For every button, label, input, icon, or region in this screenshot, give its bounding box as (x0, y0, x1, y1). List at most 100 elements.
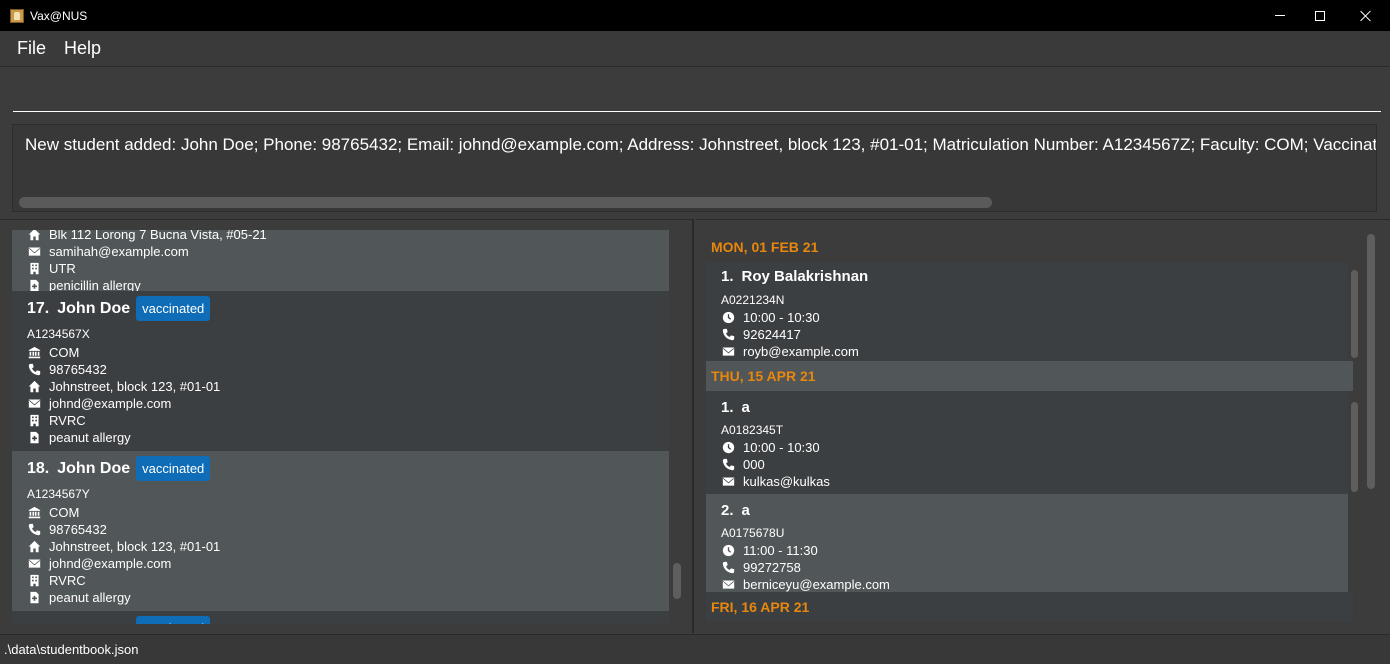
appointment-name: Roy Balakrishnan (741, 268, 869, 285)
appointment-index: 1. (721, 268, 734, 285)
student-card-header: 18. John Doe vaccinated (27, 456, 211, 481)
date-header: THU, 15 APR 21 (706, 361, 1353, 391)
student-list-scrollbar[interactable] (673, 563, 681, 599)
envelope-icon (27, 397, 41, 411)
appointment-card[interactable]: 2. a A0175678U 11:00 - 11:30 99272758 be… (706, 494, 1348, 592)
appointment-matric: A0182345T (721, 423, 784, 437)
date-header: MON, 01 FEB 21 (706, 232, 1363, 262)
student-card[interactable]: 18. John Doe vaccinated A1234567Y COM 98… (12, 451, 669, 611)
appointment-name: a (741, 502, 750, 519)
menu-help[interactable]: Help (64, 38, 101, 59)
appointment-email: kulkas@kulkas (743, 474, 830, 489)
close-button[interactable] (1343, 0, 1389, 31)
maximize-button[interactable] (1297, 0, 1343, 31)
title-bar: Vax@NUS (0, 0, 1390, 31)
time-row: 10:00 - 10:30 (721, 309, 820, 326)
student-email: samihah@example.com (49, 244, 189, 259)
student-card-header: 17. John Doe vaccinated (27, 296, 211, 321)
close-icon (1360, 10, 1372, 22)
appointment-name: a (741, 399, 750, 416)
student-residence: RVRC (49, 413, 86, 428)
student-address: Johnstreet, block 123, #01-01 (49, 379, 221, 394)
student-card[interactable]: Blk 112 Lorong 7 Bucna Vista, #05-21 sam… (12, 230, 669, 293)
email-row: samihah@example.com (27, 243, 189, 260)
file-medical-icon (27, 431, 41, 445)
student-address: Johnstreet, block 123, #01-01 (49, 539, 221, 554)
address-row: Johnstreet, block 123, #01-01 (27, 538, 220, 555)
phone-row: 92624417 (721, 326, 801, 343)
residence-row: RVRC (27, 412, 86, 429)
date-header-text: THU, 15 APR 21 (711, 368, 816, 384)
envelope-icon (721, 578, 735, 592)
appointment-matric: A0221234N (721, 293, 785, 307)
phone-row: 000 (721, 456, 765, 473)
hotel-icon (27, 414, 41, 428)
appointment-index: 1. (721, 399, 734, 416)
appointment-phone: 000 (743, 457, 765, 472)
appointment-group-scrollbar[interactable] (1351, 270, 1358, 358)
menu-bar: File Help (0, 31, 1390, 67)
date-header-text: FRI, 16 APR 21 (711, 599, 810, 615)
student-matric: A1234567X (27, 327, 90, 341)
menu-file[interactable]: File (17, 38, 46, 59)
student-phone: 98765432 (49, 522, 107, 537)
clock-icon (721, 441, 735, 455)
appointment-header: 1. a (721, 399, 750, 416)
phone-icon (27, 523, 41, 537)
appointment-email: royb@example.com (743, 344, 859, 359)
student-email: johnd@example.com (49, 556, 172, 571)
appointment-header: 1. Roy Balakrishnan (721, 268, 868, 285)
envelope-icon (721, 345, 735, 359)
residence-row: UTR (27, 260, 76, 277)
student-index: 17. (27, 299, 50, 317)
student-faculty: COM (49, 345, 80, 360)
student-list-panel: Blk 112 Lorong 7 Bucna Vista, #05-21 sam… (0, 219, 694, 633)
faculty-row: COM (27, 344, 79, 361)
student-card[interactable]: vaccinated (12, 611, 669, 624)
email-row: kulkas@kulkas (721, 473, 830, 490)
appointment-phone: 99272758 (743, 560, 801, 575)
phone-icon (721, 458, 735, 472)
vaccination-status-badge: vaccinated (136, 456, 211, 481)
phone-icon (721, 561, 735, 575)
appointment-panel: MON, 01 FEB 21 1. Roy Balakrishnan A0221… (696, 219, 1390, 633)
time-row: 10:00 - 10:30 (721, 439, 820, 456)
student-name: John Doe (57, 299, 131, 317)
email-row: royb@example.com (721, 343, 859, 360)
student-email: johnd@example.com (49, 396, 172, 411)
student-address: Blk 112 Lorong 7 Bucna Vista, #05-21 (49, 230, 267, 242)
email-row: johnd@example.com (27, 555, 171, 572)
building-columns-icon (27, 346, 41, 360)
appointment-card[interactable]: 1. Roy Balakrishnan A0221234N 10:00 - 10… (706, 262, 1348, 361)
email-row: johnd@example.com (27, 395, 171, 412)
phone-icon (27, 363, 41, 377)
appointment-time: 10:00 - 10:30 (743, 310, 820, 325)
address-row: Blk 112 Lorong 7 Bucna Vista, #05-21 (27, 230, 267, 243)
phone-icon (721, 328, 735, 342)
home-icon (27, 380, 41, 394)
medical-row: peanut allergy (27, 429, 131, 446)
appointment-list-scrollbar[interactable] (1367, 234, 1375, 489)
appointment-group-scrollbar[interactable] (1351, 402, 1358, 492)
appointment-phone: 92624417 (743, 327, 801, 342)
hotel-icon (27, 574, 41, 588)
student-index: 18. (27, 459, 50, 477)
status-bar: .\data\studentbook.json (0, 634, 1390, 664)
clock-icon (721, 311, 735, 325)
envelope-icon (721, 475, 735, 489)
student-medical: peanut allergy (49, 590, 131, 605)
maximize-icon (1315, 10, 1325, 21)
result-horizontal-scrollbar[interactable] (19, 197, 992, 208)
student-list: Blk 112 Lorong 7 Bucna Vista, #05-21 sam… (12, 230, 669, 624)
appointment-card[interactable]: 1. a A0182345T 10:00 - 10:30 000 kulkas@… (706, 391, 1348, 494)
vaccination-status-badge: vaccinated (136, 616, 211, 624)
student-card-header: vaccinated (130, 616, 211, 624)
student-residence: RVRC (49, 573, 86, 588)
vaccination-status-badge: vaccinated (136, 296, 211, 321)
command-input[interactable] (13, 80, 1381, 112)
app-logo-icon (10, 8, 24, 23)
appointment-time: 11:00 - 11:30 (743, 543, 818, 558)
student-card[interactable]: 17. John Doe vaccinated A1234567X COM 98… (12, 291, 669, 451)
envelope-icon (27, 557, 41, 571)
file-medical-icon (27, 591, 41, 605)
